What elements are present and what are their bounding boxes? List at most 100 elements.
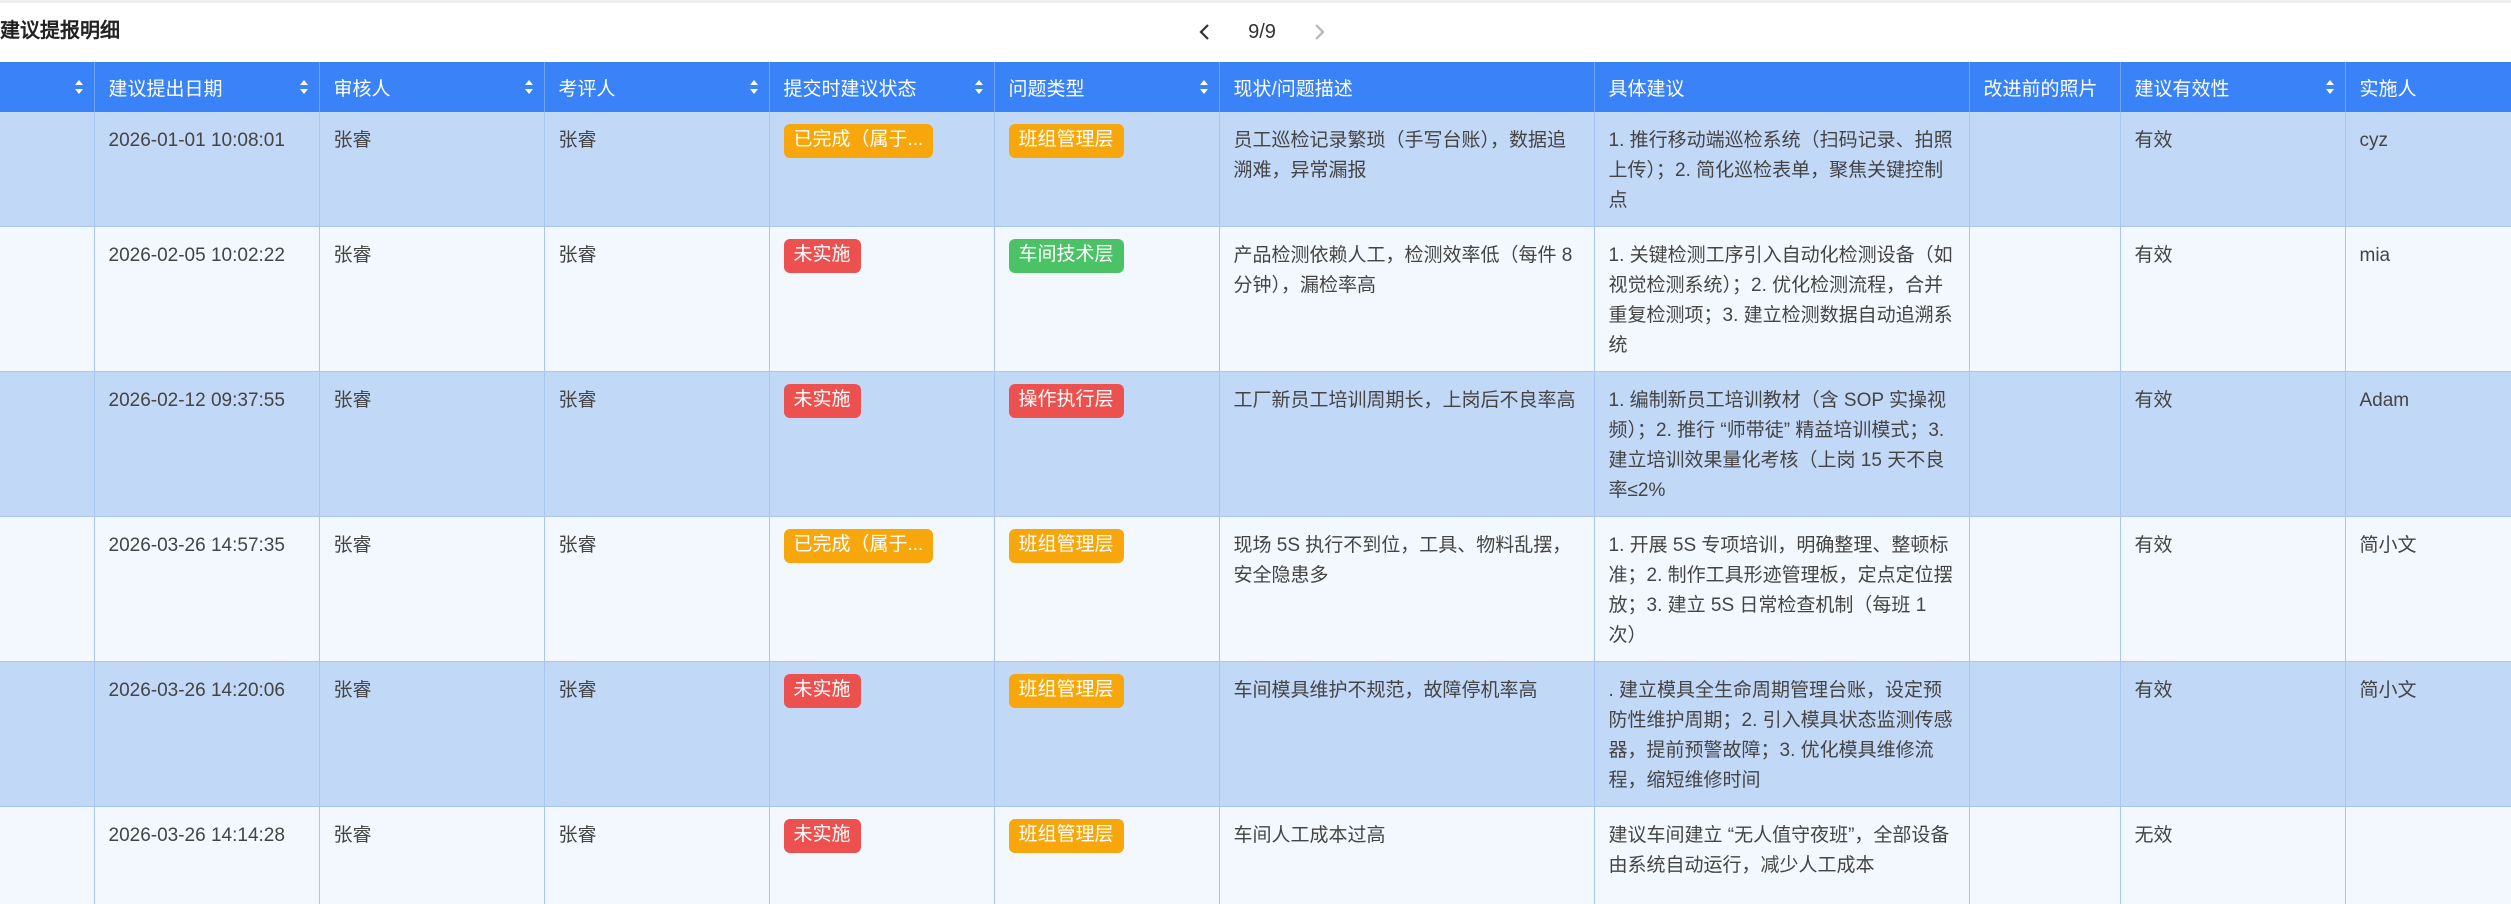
type-cell: 操作执行层 — [994, 371, 1220, 517]
chevron-left-icon — [1199, 24, 1209, 40]
type-badge: 操作执行层 — [1008, 384, 1124, 418]
description-cell: 产品检测依赖人工，检测效率低（每件 8 分钟），漏检率高 — [1219, 226, 1595, 372]
date-cell: 2026-01-01 10:08:01 — [94, 112, 320, 227]
validity-cell: 有效 — [2120, 371, 2346, 517]
status-cell: 未实施 — [769, 226, 995, 372]
suggestion-cell: 建议车间建立 “无人值守夜班”，全部设备由系统自动运行，减少人工成本 — [1594, 806, 1970, 904]
table-header-row: 建议提出日期 审核人 考评人 提交时建议状态 问题类型 现状/问题描述 具体建议… — [0, 62, 2511, 112]
index-cell — [0, 371, 95, 517]
validity-cell: 有效 — [2120, 661, 2346, 807]
type-badge: 车间技术层 — [1008, 239, 1124, 273]
type-badge: 班组管理层 — [1008, 124, 1124, 158]
type-cell: 班组管理层 — [994, 516, 1220, 662]
index-cell — [0, 806, 95, 904]
implementer-cell: mia — [2345, 226, 2511, 372]
implementer-cell — [2345, 806, 2511, 904]
index-cell — [0, 661, 95, 807]
reviewer-cell: 张睿 — [319, 661, 545, 807]
type-cell: 车间技术层 — [994, 226, 1220, 372]
status-badge: 已完成（属于... — [783, 124, 934, 158]
evaluator-cell: 张睿 — [544, 661, 770, 807]
description-cell: 车间模具维护不规范，故障停机率高 — [1219, 661, 1595, 807]
type-cell: 班组管理层 — [994, 806, 1220, 904]
sort-icon — [2325, 80, 2334, 94]
next-page-button[interactable] — [1304, 17, 1334, 47]
reviewer-cell: 张睿 — [319, 516, 545, 662]
status-cell: 未实施 — [769, 806, 995, 904]
sort-icon — [524, 80, 533, 94]
column-header-evaluator[interactable]: 考评人 — [544, 62, 770, 112]
photo-cell — [1969, 371, 2121, 517]
validity-cell: 无效 — [2120, 806, 2346, 904]
column-header-type[interactable]: 问题类型 — [994, 62, 1220, 112]
status-badge: 未实施 — [783, 674, 861, 708]
photo-cell — [1969, 661, 2121, 807]
column-header-photo: 改进前的照片 — [1969, 62, 2121, 112]
table-row[interactable]: 2026-03-26 14:20:06 张睿 张睿 未实施 班组管理层 车间模具… — [0, 661, 2511, 807]
status-cell: 已完成（属于... — [769, 516, 995, 662]
column-header-suggestion: 具体建议 — [1594, 62, 1970, 112]
table-row[interactable]: 2026-02-05 10:02:22 张睿 张睿 未实施 车间技术层 产品检测… — [0, 226, 2511, 372]
index-cell — [0, 112, 95, 227]
validity-cell: 有效 — [2120, 112, 2346, 227]
status-badge: 已完成（属于... — [783, 529, 934, 563]
suggestion-cell: 1. 推行移动端巡检系统（扫码记录、拍照上传）；2. 简化巡检表单，聚焦关键控制… — [1594, 112, 1970, 227]
sort-icon — [1199, 80, 1208, 94]
suggestion-cell: 1. 开展 5S 专项培训，明确整理、整顿标准；2. 制作工具形迹管理板，定点定… — [1594, 516, 1970, 662]
reviewer-cell: 张睿 — [319, 226, 545, 372]
evaluator-cell: 张睿 — [544, 806, 770, 904]
evaluator-cell: 张睿 — [544, 226, 770, 372]
chevron-right-icon — [1315, 24, 1325, 40]
evaluator-cell: 张睿 — [544, 371, 770, 517]
sort-icon — [299, 80, 308, 94]
photo-cell — [1969, 516, 2121, 662]
status-badge: 未实施 — [783, 384, 861, 418]
column-header-validity[interactable]: 建议有效性 — [2120, 62, 2346, 112]
implementer-cell: Adam — [2345, 371, 2511, 517]
column-header-reviewer[interactable]: 审核人 — [319, 62, 545, 112]
description-cell: 车间人工成本过高 — [1219, 806, 1595, 904]
status-badge: 未实施 — [783, 239, 861, 273]
column-header-status[interactable]: 提交时建议状态 — [769, 62, 995, 112]
suggestion-table: 建议提出日期 审核人 考评人 提交时建议状态 问题类型 现状/问题描述 具体建议… — [0, 62, 2511, 904]
implementer-cell: cyz — [2345, 112, 2511, 227]
page-title: 建议提报明细 — [0, 20, 120, 42]
type-cell: 班组管理层 — [994, 661, 1220, 807]
implementer-cell: 简小文 — [2345, 516, 2511, 662]
column-header-implementer: 实施人 — [2345, 62, 2511, 112]
implementer-cell: 简小文 — [2345, 661, 2511, 807]
page-indicator: 9/9 — [1248, 20, 1276, 43]
status-badge: 未实施 — [783, 819, 861, 853]
reviewer-cell: 张睿 — [319, 806, 545, 904]
column-header-description: 现状/问题描述 — [1219, 62, 1595, 112]
reviewer-cell: 张睿 — [319, 371, 545, 517]
description-cell: 员工巡检记录繁琐（手写台账），数据追溯难，异常漏报 — [1219, 112, 1595, 227]
photo-cell — [1969, 112, 2121, 227]
date-cell: 2026-02-12 09:37:55 — [94, 371, 320, 517]
suggestion-cell: . 建立模具全生命周期管理台账，设定预防性维护周期；2. 引入模具状态监测传感器… — [1594, 661, 1970, 807]
sort-icon — [974, 80, 983, 94]
top-divider — [0, 0, 2511, 3]
type-badge: 班组管理层 — [1008, 819, 1124, 853]
status-cell: 未实施 — [769, 371, 995, 517]
date-cell: 2026-02-05 10:02:22 — [94, 226, 320, 372]
table-row[interactable]: 2026-03-26 14:57:35 张睿 张睿 已完成（属于... 班组管理… — [0, 516, 2511, 662]
photo-cell — [1969, 806, 2121, 904]
column-header-date[interactable]: 建议提出日期 — [94, 62, 320, 112]
index-cell — [0, 226, 95, 372]
pagination: 9/9 — [1190, 14, 1334, 50]
description-cell: 工厂新员工培训周期长，上岗后不良率高 — [1219, 371, 1595, 517]
status-cell: 已完成（属于... — [769, 112, 995, 227]
suggestion-cell: 1. 编制新员工培训教材（含 SOP 实操视频）；2. 推行 “师带徒” 精益培… — [1594, 371, 1970, 517]
date-cell: 2026-03-26 14:57:35 — [94, 516, 320, 662]
type-badge: 班组管理层 — [1008, 529, 1124, 563]
sort-icon — [749, 80, 758, 94]
index-cell — [0, 516, 95, 662]
table-row[interactable]: 2026-03-26 14:14:28 张睿 张睿 未实施 班组管理层 车间人工… — [0, 806, 2511, 904]
description-cell: 现场 5S 执行不到位，工具、物料乱摆，安全隐患多 — [1219, 516, 1595, 662]
evaluator-cell: 张睿 — [544, 112, 770, 227]
prev-page-button[interactable] — [1190, 17, 1220, 47]
table-row[interactable]: 2026-02-12 09:37:55 张睿 张睿 未实施 操作执行层 工厂新员… — [0, 371, 2511, 517]
table-row[interactable]: 2026-01-01 10:08:01 张睿 张睿 已完成（属于... 班组管理… — [0, 112, 2511, 227]
column-header-index[interactable] — [0, 62, 95, 112]
